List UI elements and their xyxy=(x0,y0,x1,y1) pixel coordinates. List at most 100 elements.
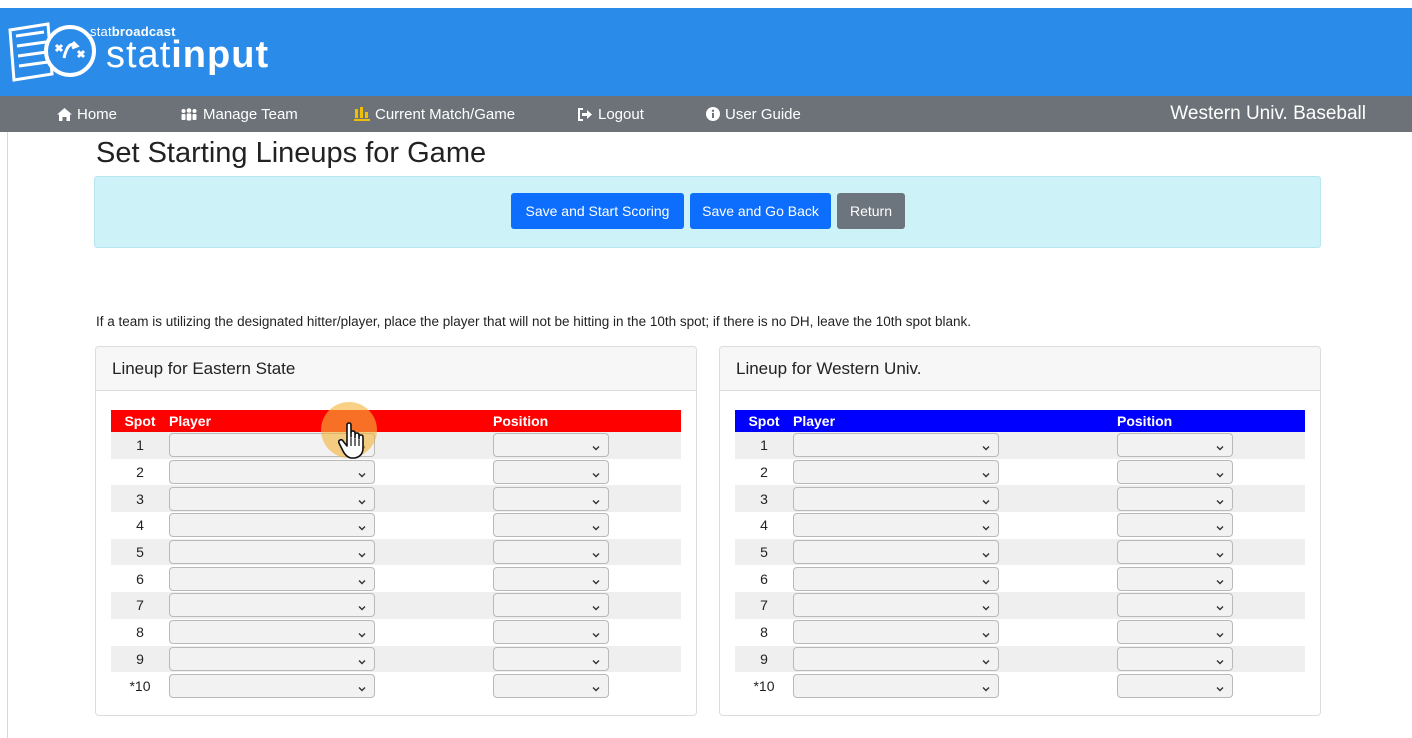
save-and-start-scoring-button[interactable]: Save and Start Scoring xyxy=(511,193,684,229)
position-select[interactable] xyxy=(1117,566,1233,591)
lineup-row: 6 xyxy=(735,565,1305,593)
player-select[interactable] xyxy=(793,673,999,698)
player-select[interactable] xyxy=(793,460,999,485)
spot-number: 7 xyxy=(136,597,144,614)
player-select[interactable] xyxy=(793,620,999,645)
action-bar: Save and Start Scoring Save and Go Back … xyxy=(94,176,1321,248)
lineup-row: 7 xyxy=(735,592,1305,619)
position-select[interactable] xyxy=(1117,460,1233,485)
brand-statinput: statinput xyxy=(106,34,270,76)
lineup-row: 6 xyxy=(111,565,681,593)
position-select[interactable] xyxy=(493,486,609,511)
nav-manage-team[interactable]: Manage Team xyxy=(180,96,298,132)
lineup-row: 4 xyxy=(111,512,681,539)
player-select[interactable] xyxy=(169,646,375,671)
nav-current-game-label: Current Match/Game xyxy=(375,105,516,123)
position-select[interactable] xyxy=(493,673,609,698)
lineup-row: 3 xyxy=(111,485,681,513)
logout-icon xyxy=(577,107,593,121)
app-header: statbroadcast statinput xyxy=(0,8,1412,96)
info-icon xyxy=(706,107,720,121)
position-select[interactable] xyxy=(493,620,609,645)
spot-number: 9 xyxy=(136,650,144,667)
position-select[interactable] xyxy=(1117,646,1233,671)
chevron-down-icon xyxy=(357,600,367,611)
player-select[interactable] xyxy=(793,540,999,565)
nav-home[interactable]: Home xyxy=(57,96,117,132)
nav-user-guide[interactable]: User Guide xyxy=(706,96,801,132)
player-select[interactable] xyxy=(169,460,375,485)
position-select[interactable] xyxy=(1117,540,1233,565)
chevron-down-icon xyxy=(591,547,601,558)
chevron-down-icon xyxy=(1215,627,1225,638)
chevron-down-icon xyxy=(981,520,991,531)
spot-number: 1 xyxy=(136,437,144,454)
spot-number: 3 xyxy=(760,490,768,507)
nav-user-guide-label: User Guide xyxy=(725,105,801,123)
player-select[interactable] xyxy=(793,433,999,458)
player-select[interactable] xyxy=(169,486,375,511)
position-column-header: Position xyxy=(1117,413,1173,429)
position-select[interactable] xyxy=(493,433,609,458)
player-select[interactable] xyxy=(793,486,999,511)
position-select[interactable] xyxy=(493,540,609,565)
position-select[interactable] xyxy=(1117,673,1233,698)
chevron-down-icon xyxy=(981,547,991,558)
lineup-row: 3 xyxy=(735,485,1305,513)
position-select[interactable] xyxy=(1117,620,1233,645)
chevron-down-icon xyxy=(357,627,367,638)
nav-logout[interactable]: Logout xyxy=(577,96,644,132)
player-select[interactable] xyxy=(169,673,375,698)
position-select[interactable] xyxy=(1117,433,1233,458)
chevron-down-icon xyxy=(357,467,367,478)
position-select[interactable] xyxy=(1117,513,1233,538)
chevron-down-icon xyxy=(981,574,991,585)
position-select[interactable] xyxy=(1117,486,1233,511)
lineup-row: 5 xyxy=(111,538,681,566)
spot-number: 8 xyxy=(136,624,144,641)
chevron-down-icon xyxy=(981,654,991,665)
lineup-panel-away: Lineup for Eastern State Spot Player Posit… xyxy=(95,346,697,716)
player-select[interactable] xyxy=(169,513,375,538)
chevron-down-icon xyxy=(591,654,601,665)
chevron-down-icon xyxy=(1215,600,1225,611)
player-select[interactable] xyxy=(793,566,999,591)
player-select[interactable] xyxy=(793,513,999,538)
spot-number: 3 xyxy=(136,490,144,507)
player-select[interactable] xyxy=(169,620,375,645)
player-select[interactable] xyxy=(169,540,375,565)
lineup-row: 9 xyxy=(735,645,1305,673)
position-select[interactable] xyxy=(1117,593,1233,618)
spot-number: 6 xyxy=(136,570,144,587)
player-select[interactable] xyxy=(793,593,999,618)
position-select[interactable] xyxy=(493,646,609,671)
chevron-down-icon xyxy=(1215,467,1225,478)
nav-current-game[interactable]: Current Match/Game xyxy=(354,96,515,132)
position-select[interactable] xyxy=(493,460,609,485)
lineup-row: *10 xyxy=(735,672,1305,699)
spot-number: *10 xyxy=(129,677,151,694)
home-icon xyxy=(57,107,72,121)
position-select[interactable] xyxy=(493,566,609,591)
spot-number: 1 xyxy=(760,437,768,454)
nav-manage-team-label: Manage Team xyxy=(203,105,298,123)
nav-logout-label: Logout xyxy=(598,105,644,123)
return-button[interactable]: Return xyxy=(837,193,905,229)
chevron-down-icon xyxy=(591,600,601,611)
player-select[interactable] xyxy=(169,566,375,591)
chevron-down-icon xyxy=(1215,547,1225,558)
position-select[interactable] xyxy=(493,593,609,618)
scoreboard-icon xyxy=(354,107,370,121)
position-select[interactable] xyxy=(493,513,609,538)
chevron-down-icon xyxy=(981,467,991,478)
lineup-table-header: Spot Player Position xyxy=(735,410,1305,432)
lineup-row: 2 xyxy=(735,458,1305,486)
spot-number: 6 xyxy=(760,570,768,587)
save-and-go-back-button[interactable]: Save and Go Back xyxy=(690,193,831,229)
player-select[interactable] xyxy=(169,593,375,618)
chevron-down-icon xyxy=(591,440,601,451)
panel-title: Lineup for Eastern State xyxy=(96,347,696,391)
chevron-down-icon xyxy=(357,681,367,692)
player-select[interactable] xyxy=(793,646,999,671)
lineup-table-header: Spot Player Position xyxy=(111,410,681,432)
